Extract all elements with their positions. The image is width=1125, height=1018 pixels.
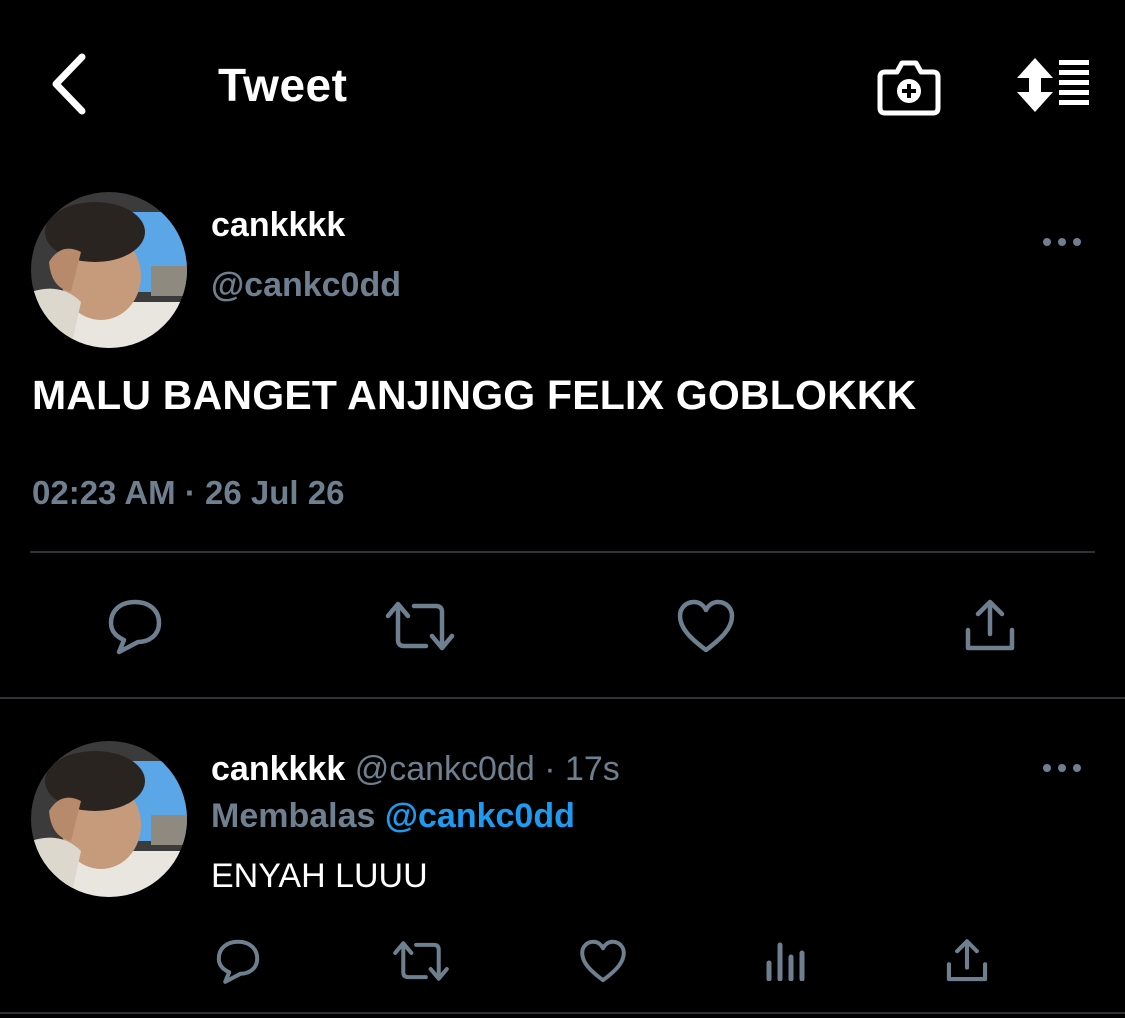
sort-list-icon (1017, 58, 1089, 112)
divider (0, 697, 1125, 699)
share-button[interactable] (956, 594, 1024, 658)
divider (0, 1012, 1125, 1014)
reply-meta: @cankc0dd · 17s (354, 750, 620, 788)
reply-author-name[interactable]: cankkkk (211, 750, 345, 788)
more-dots-icon (1043, 764, 1081, 772)
divider (30, 551, 1095, 553)
author-handle[interactable]: @cankc0dd (211, 266, 401, 305)
tweet-text: MALU BANGET ANJINGG FELIX GOBLOKKK (32, 372, 917, 418)
author-name[interactable]: cankkkk (211, 206, 345, 245)
reply-like-button[interactable] (576, 934, 630, 988)
sort-button[interactable] (1012, 54, 1094, 116)
replying-to-link[interactable]: @cankc0dd (385, 797, 575, 835)
heart-icon (580, 939, 626, 983)
back-chevron-icon (52, 53, 86, 115)
camera-button[interactable] (874, 56, 944, 118)
retweet-icon (393, 941, 449, 981)
replying-to-line: Membalas @cankc0dd (211, 797, 575, 836)
share-upload-icon (946, 939, 988, 982)
retweet-button[interactable] (382, 594, 458, 658)
back-button[interactable] (40, 52, 96, 116)
avatar[interactable] (31, 192, 187, 348)
reply-header: cankkkk @cankc0dd · 17s (211, 750, 620, 789)
reply-bubble-icon (216, 939, 260, 984)
reply-retweet-button[interactable] (390, 934, 452, 988)
reply-button[interactable] (100, 594, 170, 658)
reply-avatar[interactable] (31, 741, 187, 897)
avatar-photo (31, 192, 187, 348)
like-button[interactable] (674, 594, 738, 658)
reply-share-button[interactable] (940, 934, 994, 988)
reply-text: ENYAH LUUU (211, 857, 428, 895)
more-dots-icon (1043, 238, 1081, 246)
reply-more-button[interactable] (1038, 754, 1086, 782)
retweet-icon (385, 601, 455, 651)
reply-reply-button[interactable] (210, 934, 266, 988)
heart-icon (677, 599, 735, 653)
reply-stats-button[interactable] (760, 934, 810, 988)
tweet-timestamp: 02:23 AM · 26 Jul 26 (32, 474, 345, 511)
more-button[interactable] (1038, 228, 1086, 256)
reply-bubble-icon (108, 599, 162, 655)
stats-bars-icon (766, 942, 805, 981)
camera-add-icon (877, 60, 941, 116)
share-upload-icon (965, 599, 1015, 651)
avatar-photo (31, 741, 187, 897)
page-title: Tweet (218, 59, 348, 111)
replying-label: Membalas (211, 797, 376, 835)
